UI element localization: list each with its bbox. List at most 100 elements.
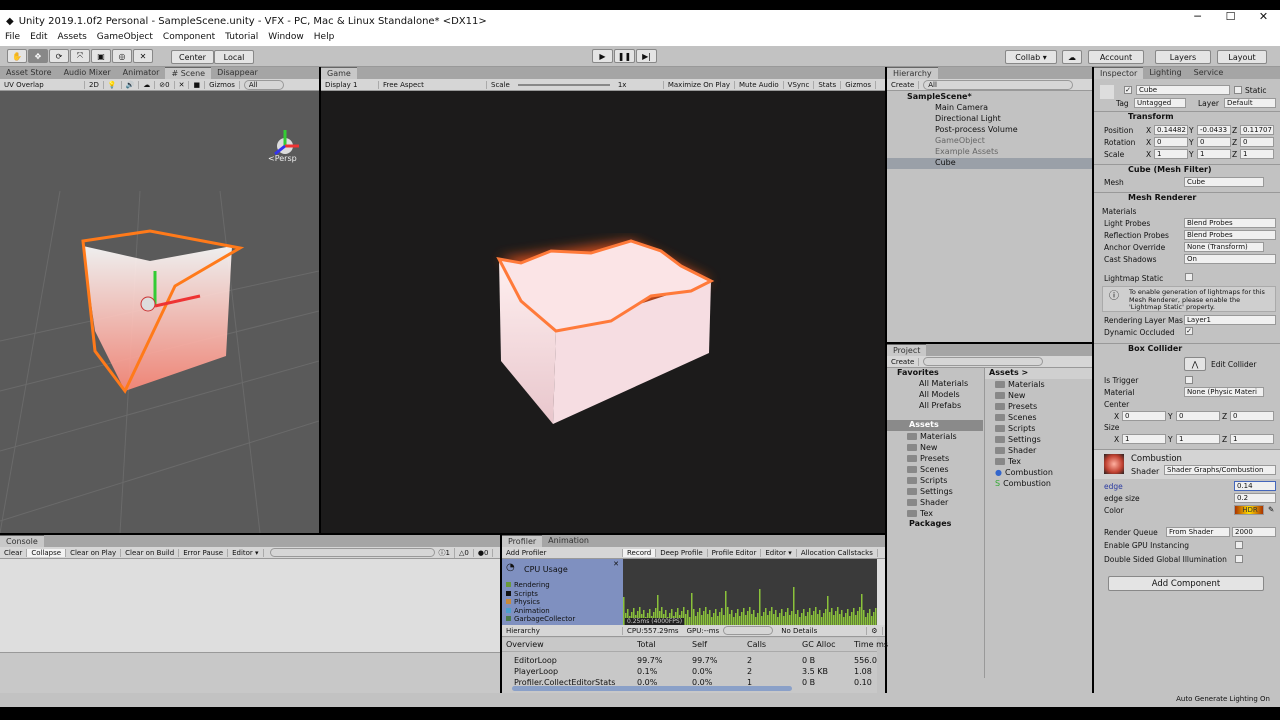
- hierarchy-item-selected[interactable]: Cube: [887, 158, 1092, 169]
- details-dropdown[interactable]: No Details: [777, 627, 867, 635]
- edge-size-input[interactable]: 0.2: [1234, 493, 1276, 503]
- column-header-0[interactable]: Overview: [506, 640, 544, 649]
- menu-tutorial[interactable]: Tutorial: [220, 32, 263, 46]
- legend-item[interactable]: Physics: [506, 598, 540, 606]
- transform-rotation-x-input[interactable]: 0: [1154, 137, 1188, 147]
- mute-audio-button[interactable]: Mute Audio: [735, 81, 784, 89]
- transform-rotation-z-input[interactable]: 0: [1240, 137, 1274, 147]
- step-button[interactable]: ▶|: [636, 49, 657, 63]
- cpu-graph[interactable]: 0.25ms (4000FPS): [623, 559, 877, 625]
- hierarchy-item[interactable]: Example Assets: [887, 147, 1092, 158]
- menu-component[interactable]: Component: [158, 32, 220, 46]
- play-button[interactable]: ▶: [592, 49, 613, 63]
- asset-folder[interactable]: Materials: [887, 432, 983, 443]
- add-profiler-dropdown[interactable]: Add Profiler: [502, 549, 623, 557]
- table-row[interactable]: EditorLoop99.7%99.7%20 B556.0: [502, 656, 877, 667]
- asset-folder[interactable]: Settings: [887, 487, 983, 498]
- console-editor-dropdown[interactable]: Editor ▾: [228, 549, 263, 557]
- graph-scrollbar[interactable]: [877, 559, 885, 625]
- render-queue-input[interactable]: 2000: [1232, 527, 1276, 537]
- tab-disappear[interactable]: Disappear: [211, 67, 264, 79]
- active-checkbox[interactable]: ✓: [1124, 86, 1132, 94]
- stats-button[interactable]: Stats: [814, 81, 841, 89]
- favorites-header[interactable]: Favorites: [887, 368, 983, 379]
- mesh-field[interactable]: Cube: [1184, 177, 1264, 187]
- collider-center-x-input[interactable]: 0: [1122, 411, 1166, 421]
- column-header-3[interactable]: Calls: [747, 640, 766, 649]
- rect-tool-icon[interactable]: ▣: [91, 49, 111, 63]
- tab-lighting[interactable]: Lighting: [1143, 67, 1187, 79]
- project-search-input[interactable]: [923, 357, 1043, 366]
- is-trigger-checkbox[interactable]: [1185, 376, 1193, 384]
- pause-button[interactable]: ❚❚: [614, 49, 635, 63]
- transform-scale-y-input[interactable]: 1: [1197, 149, 1231, 159]
- menu-edit[interactable]: Edit: [25, 32, 52, 46]
- assets-folder[interactable]: Assets: [887, 420, 983, 431]
- edit-collider-button[interactable]: ⋀: [1184, 357, 1206, 371]
- collider-size-x-input[interactable]: 1: [1122, 434, 1166, 444]
- mesh-renderer-header[interactable]: Mesh Renderer: [1094, 192, 1280, 206]
- object-name-input[interactable]: Cube: [1136, 85, 1230, 95]
- maximize-on-play-button[interactable]: Maximize On Play: [664, 81, 735, 89]
- packages-folder[interactable]: Packages: [887, 519, 983, 530]
- asset-folder[interactable]: Presets: [887, 454, 983, 465]
- static-checkbox[interactable]: [1234, 86, 1242, 94]
- tab-scene[interactable]: # Scene: [165, 67, 211, 79]
- material-header[interactable]: Combustion Shader Shader Graphs/Combusti…: [1094, 449, 1280, 479]
- vsync-button[interactable]: VSync: [784, 81, 815, 89]
- transform-position-z-input[interactable]: 0.11707: [1240, 125, 1274, 135]
- account-button[interactable]: Account: [1088, 50, 1144, 64]
- hierarchy-item[interactable]: Post-process Volume: [887, 125, 1092, 136]
- project-create-button[interactable]: Create: [887, 358, 919, 366]
- scene-view[interactable]: <Persp: [0, 91, 319, 533]
- eyedropper-icon[interactable]: ✎: [1268, 505, 1274, 514]
- draw-mode-dropdown[interactable]: UV Overlap: [0, 81, 85, 89]
- console-log-list[interactable]: [0, 559, 500, 653]
- favorite-item[interactable]: All Prefabs: [887, 401, 983, 412]
- cast-shadows-dropdown[interactable]: On: [1184, 254, 1276, 264]
- column-header-2[interactable]: Self: [692, 640, 707, 649]
- profile-editor-button[interactable]: Profile Editor: [708, 549, 762, 557]
- legend-item[interactable]: GarbageCollector: [506, 615, 575, 623]
- horizontal-scrollbar[interactable]: [512, 686, 792, 691]
- menu-file[interactable]: File: [0, 32, 25, 46]
- collider-center-z-input[interactable]: 0: [1230, 411, 1274, 421]
- error-pause-button[interactable]: Error Pause: [179, 549, 228, 557]
- tab-game[interactable]: Game: [321, 67, 357, 79]
- tab-service[interactable]: Service: [1188, 67, 1230, 79]
- hand-tool-icon[interactable]: ✋: [7, 49, 27, 63]
- tools-icon[interactable]: ✕: [175, 81, 190, 89]
- favorite-item[interactable]: All Models: [887, 390, 983, 401]
- minimize-button[interactable]: ─: [1181, 10, 1214, 23]
- lightmap-static-checkbox[interactable]: [1185, 273, 1193, 281]
- asset-item[interactable]: Materials: [985, 380, 1092, 391]
- anchor-override-field[interactable]: None (Transform): [1184, 242, 1264, 252]
- game-view[interactable]: [321, 91, 885, 533]
- transform-tool-icon[interactable]: ◎: [112, 49, 132, 63]
- console-clear-button[interactable]: Clear: [0, 549, 27, 557]
- rendering-layer-mask-dropdown[interactable]: Layer1: [1184, 315, 1276, 325]
- asset-item[interactable]: Scripts: [985, 424, 1092, 435]
- tab-inspector[interactable]: Inspector: [1094, 67, 1143, 79]
- scale-tool-icon[interactable]: ⤧: [70, 49, 90, 63]
- asset-item[interactable]: Shader: [985, 446, 1092, 457]
- transform-header[interactable]: Transform: [1094, 111, 1280, 125]
- maximize-button[interactable]: ☐: [1214, 10, 1247, 23]
- asset-item[interactable]: SCombustion: [985, 479, 1092, 490]
- asset-item[interactable]: Scenes: [985, 413, 1092, 424]
- audio-toggle-icon[interactable]: 🔊: [122, 81, 140, 89]
- box-collider-header[interactable]: Box Collider: [1094, 343, 1280, 357]
- tab-audio-mixer[interactable]: Audio Mixer: [58, 67, 117, 79]
- rotate-tool-icon[interactable]: ⟳: [49, 49, 69, 63]
- profiler-search-input[interactable]: [723, 626, 773, 635]
- menu-window[interactable]: Window: [263, 32, 309, 46]
- pivot-local-button[interactable]: Local: [214, 50, 254, 64]
- legend-item[interactable]: Animation: [506, 607, 550, 615]
- shader-dropdown[interactable]: Shader Graphs/Combustion: [1164, 465, 1276, 475]
- transform-position-x-input[interactable]: 0.14482: [1154, 125, 1188, 135]
- profiler-editor-dropdown[interactable]: Editor ▾: [761, 549, 796, 557]
- render-queue-dropdown[interactable]: From Shader: [1166, 527, 1230, 537]
- hierarchy-item[interactable]: Main Camera: [887, 103, 1092, 114]
- view-dropdown[interactable]: Hierarchy: [502, 627, 623, 635]
- move-tool-icon[interactable]: ✥: [28, 49, 48, 63]
